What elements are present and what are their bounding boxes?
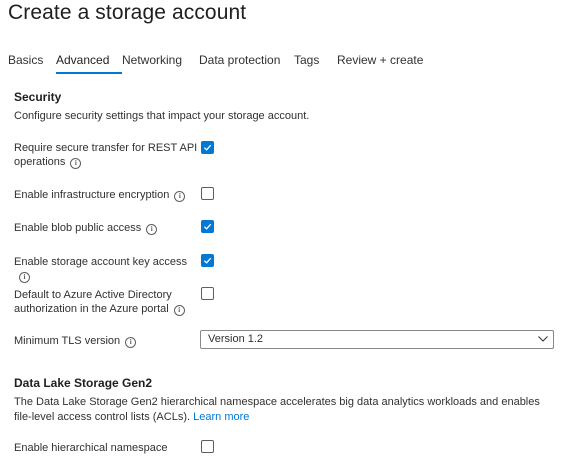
aad-authorization-text: Default to Azure Active Directory author… xyxy=(14,289,172,315)
datalake-description-text: The Data Lake Storage Gen2 hierarchical … xyxy=(14,396,540,423)
infrastructure-encryption-checkbox[interactable] xyxy=(201,187,214,200)
learn-more-link[interactable]: Learn more xyxy=(193,411,249,423)
tab-tags[interactable]: Tags xyxy=(294,52,337,74)
account-key-access-text: Enable storage account key access xyxy=(14,256,188,268)
checkmark-icon xyxy=(203,223,212,230)
checkmark-icon xyxy=(203,144,212,151)
tab-review-create[interactable]: Review + create xyxy=(337,52,427,74)
aad-authorization-label: Default to Azure Active Directory author… xyxy=(14,288,199,316)
info-icon[interactable]: i xyxy=(125,337,137,348)
info-icon[interactable]: i xyxy=(174,191,186,202)
blob-public-access-checkbox[interactable] xyxy=(201,220,214,233)
title-row: Create a storage account xyxy=(8,0,246,26)
infrastructure-encryption-label: Enable infrastructure encryption i xyxy=(14,188,199,202)
info-icon[interactable]: i xyxy=(173,305,185,316)
page-title: Create a storage account xyxy=(8,1,247,24)
hierarchical-namespace-checkbox[interactable] xyxy=(201,440,214,453)
tab-advanced-label: Advanced xyxy=(56,53,110,67)
more-options-icon[interactable]: ··· xyxy=(230,4,245,18)
account-key-access-label: Enable storage account key access i xyxy=(14,255,199,283)
tab-data-protection[interactable]: Data protection xyxy=(199,52,294,74)
tab-advanced[interactable]: Advanced xyxy=(56,52,122,74)
tls-version-value: Version 1.2 xyxy=(208,333,264,345)
blob-public-access-text: Enable blob public access xyxy=(14,222,142,234)
aad-authorization-checkbox[interactable] xyxy=(201,287,214,300)
secure-transfer-text: Require secure transfer for REST API ope… xyxy=(14,142,198,168)
tab-networking[interactable]: Networking xyxy=(122,52,199,74)
account-key-access-checkbox[interactable] xyxy=(201,254,214,267)
infrastructure-encryption-text: Enable infrastructure encryption xyxy=(14,189,170,201)
tab-basics[interactable]: Basics xyxy=(8,52,56,74)
tls-version-text: Minimum TLS version xyxy=(14,335,121,347)
tls-version-dropdown[interactable]: Version 1.2 xyxy=(200,330,554,349)
secure-transfer-checkbox[interactable] xyxy=(201,141,214,154)
datalake-heading: Data Lake Storage Gen2 xyxy=(14,376,153,390)
hierarchical-namespace-label: Enable hierarchical namespace xyxy=(14,442,168,454)
checkmark-icon xyxy=(203,257,212,264)
datalake-description: The Data Lake Storage Gen2 hierarchical … xyxy=(14,395,559,425)
info-icon[interactable]: i xyxy=(19,272,30,283)
tls-version-label: Minimum TLS version i xyxy=(14,334,199,348)
secure-transfer-label: Require secure transfer for REST API ope… xyxy=(14,141,199,169)
info-icon[interactable]: i xyxy=(70,158,82,169)
security-heading: Security xyxy=(14,90,62,104)
tab-bar: Basics Advanced Networking Data protecti… xyxy=(8,52,427,74)
blob-public-access-label: Enable blob public access i xyxy=(14,221,199,235)
info-icon[interactable]: i xyxy=(146,224,158,235)
chevron-down-icon xyxy=(538,336,548,342)
security-description: Configure security settings that impact … xyxy=(14,110,310,122)
